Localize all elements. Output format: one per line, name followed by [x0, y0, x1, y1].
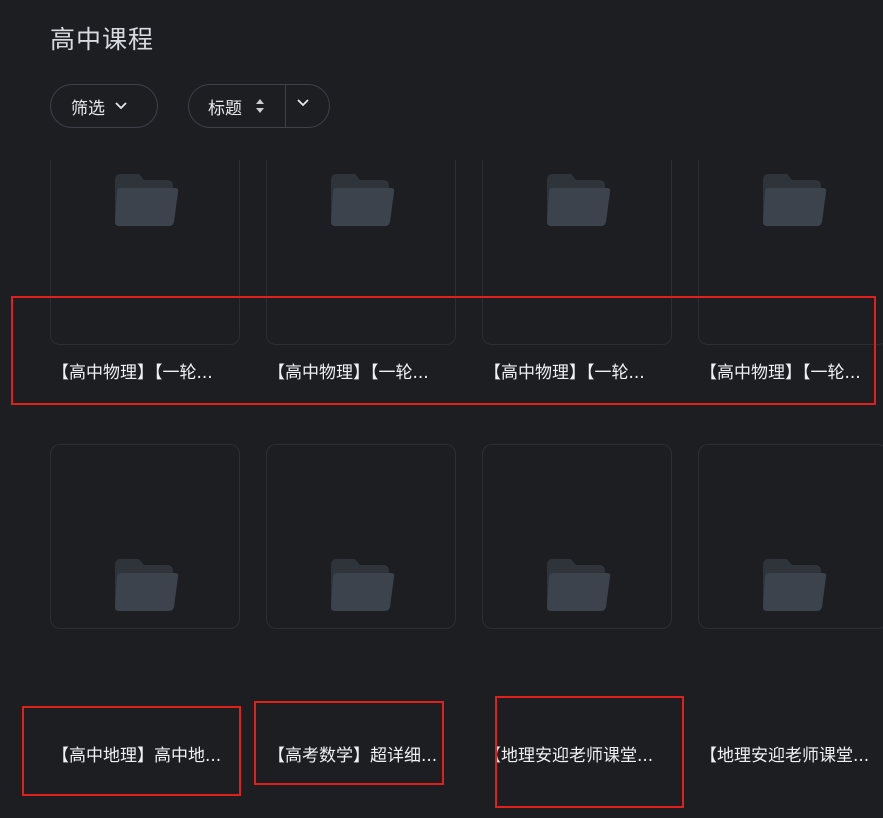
folder-icon — [113, 172, 179, 228]
folder-icon — [113, 557, 179, 613]
folder-grid: 【高中物理】【一轮... 【高中物理】【一轮... 【高中物理】【一轮... 【高中物… — [0, 0, 883, 818]
folder-caption[interactable]: 【高中物理】【一轮... — [268, 358, 458, 383]
folder-icon — [761, 172, 827, 228]
folder-card[interactable] — [698, 160, 883, 345]
folder-caption[interactable]: 【地理安迎老师课堂... — [484, 741, 674, 766]
folder-caption[interactable]: 【高考数学】超详细... — [268, 741, 458, 766]
folder-icon — [545, 172, 611, 228]
folder-card[interactable] — [698, 444, 883, 629]
folder-card[interactable] — [266, 444, 456, 629]
folder-icon — [329, 172, 395, 228]
folder-caption[interactable]: 【地理安迎老师课堂... — [700, 741, 883, 766]
folder-card[interactable] — [482, 444, 672, 629]
folder-caption[interactable]: 【高中物理】【一轮... — [700, 358, 883, 383]
folder-caption[interactable]: 【高中物理】【一轮... — [484, 358, 674, 383]
folder-icon — [329, 557, 395, 613]
folder-card[interactable] — [266, 160, 456, 345]
folder-card[interactable] — [50, 444, 240, 629]
folder-caption[interactable]: 【高中物理】【一轮... — [52, 358, 242, 383]
folder-caption[interactable]: 【高中地理】高中地... — [52, 741, 242, 766]
folder-card[interactable] — [482, 160, 672, 345]
folder-icon — [545, 557, 611, 613]
folder-card[interactable] — [50, 160, 240, 345]
folder-icon — [761, 557, 827, 613]
